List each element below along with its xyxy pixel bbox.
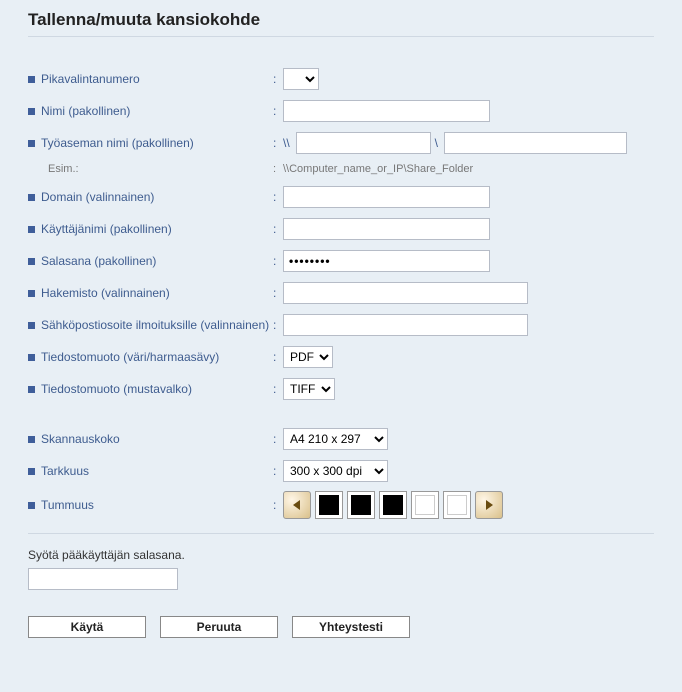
label-example: Esim.: (28, 163, 273, 175)
label-password: Salasana (pakollinen) (41, 254, 156, 268)
bullet-icon (28, 386, 35, 393)
bullet-icon (28, 258, 35, 265)
password-field[interactable] (283, 250, 490, 272)
label-directory: Hakemisto (valinnainen) (41, 286, 170, 300)
email-field[interactable] (283, 314, 528, 336)
bullet-icon (28, 76, 35, 83)
format-bw-select[interactable]: TIFF (283, 378, 335, 400)
quick-select[interactable] (283, 68, 319, 90)
density-swatch-3[interactable] (379, 491, 407, 519)
format-color-select[interactable]: PDF (283, 346, 333, 368)
path-prefix-single: \ (435, 136, 438, 150)
bullet-icon (28, 290, 35, 297)
density-swatch-4[interactable] (411, 491, 439, 519)
directory-field[interactable] (283, 282, 528, 304)
resolution-select[interactable]: 300 x 300 dpi (283, 460, 388, 482)
density-swatch-5[interactable] (443, 491, 471, 519)
bullet-icon (28, 226, 35, 233)
name-field[interactable] (283, 100, 490, 122)
workstation-share-field[interactable] (444, 132, 627, 154)
bullet-icon (28, 436, 35, 443)
divider (28, 533, 654, 534)
bullet-icon (28, 140, 35, 147)
cancel-button[interactable]: Peruuta (160, 616, 278, 638)
path-prefix-double: \\ (283, 136, 290, 150)
apply-button[interactable]: Käytä (28, 616, 146, 638)
density-swatch-1[interactable] (315, 491, 343, 519)
bullet-icon (28, 502, 35, 509)
bullet-icon (28, 322, 35, 329)
label-scan-size: Skannauskoko (41, 432, 120, 446)
workstation-host-field[interactable] (296, 132, 431, 154)
density-swatch-2[interactable] (347, 491, 375, 519)
label-quick: Pikavalintanumero (41, 72, 140, 86)
admin-password-label: Syötä pääkäyttäjän salasana. (28, 548, 654, 562)
label-workstation: Työaseman nimi (pakollinen) (41, 136, 194, 150)
label-format-color: Tiedostomuoto (väri/harmaasävy) (41, 350, 219, 364)
page-title: Tallenna/muuta kansiokohde (28, 10, 654, 37)
bullet-icon (28, 194, 35, 201)
label-domain: Domain (valinnainen) (41, 190, 154, 204)
admin-password-field[interactable] (28, 568, 178, 590)
bullet-icon (28, 354, 35, 361)
bullet-icon (28, 468, 35, 475)
test-button[interactable]: Yhteystesti (292, 616, 410, 638)
label-username: Käyttäjänimi (pakollinen) (41, 222, 172, 236)
label-resolution: Tarkkuus (41, 464, 89, 478)
density-increase-button[interactable] (475, 491, 503, 519)
label-density: Tummuus (41, 498, 94, 512)
example-value: \\Computer_name_or_IP\Share_Folder (283, 163, 473, 175)
username-field[interactable] (283, 218, 490, 240)
scan-size-select[interactable]: A4 210 x 297 (283, 428, 388, 450)
bullet-icon (28, 108, 35, 115)
label-name: Nimi (pakollinen) (41, 104, 130, 118)
label-format-bw: Tiedostomuoto (mustavalko) (41, 382, 192, 396)
domain-field[interactable] (283, 186, 490, 208)
density-decrease-button[interactable] (283, 491, 311, 519)
label-email: Sähköpostiosoite ilmoituksille (valinnai… (41, 318, 269, 332)
